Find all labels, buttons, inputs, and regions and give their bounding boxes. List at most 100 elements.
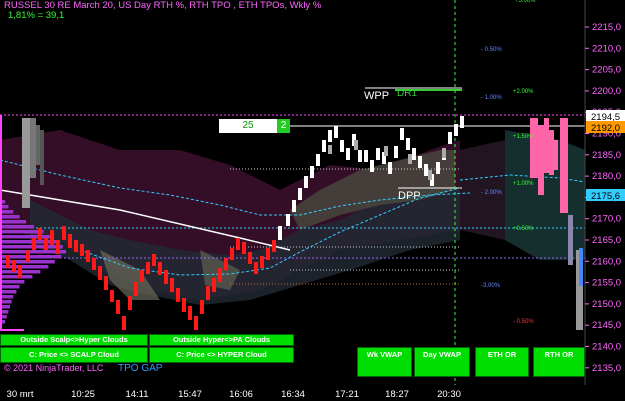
percent-label: - 2.00%: [481, 190, 502, 196]
price-bar: [400, 128, 404, 140]
volume-profile-bar: [2, 210, 14, 214]
price-bar: [454, 124, 458, 136]
price-axis-label: 2180,0: [592, 171, 621, 182]
price-bar: [164, 270, 168, 284]
price-bar: [376, 148, 380, 160]
eth-or-button[interactable]: ETH OR: [475, 347, 529, 377]
price-bar: [50, 230, 54, 245]
percent-label: +1.50%: [513, 134, 534, 140]
price-bar: [12, 260, 16, 272]
price-hyper-cloud-button[interactable]: C: Price <> HYPER Cloud: [149, 347, 294, 363]
time-axis-label: 16:06: [229, 389, 253, 400]
volume-profile-bar: [2, 320, 6, 324]
volume-profile-bar: [2, 285, 20, 289]
order-price-box[interactable]: 25: [219, 119, 277, 133]
price-bar: [322, 140, 326, 152]
volume-profile-bar: [2, 220, 26, 224]
volume-profile-bar: [2, 295, 14, 299]
price-scalp-cloud-button[interactable]: C: Price <> SCALP Cloud: [0, 347, 148, 363]
price-bar: [44, 238, 48, 250]
price-bar: [310, 166, 314, 178]
price-bar: [56, 240, 60, 254]
percent-label: -3.00%: [481, 283, 501, 289]
order-qty-box[interactable]: 2: [277, 119, 290, 133]
price-bar: [38, 228, 42, 240]
price-bar: [206, 286, 210, 300]
price-bar: [286, 214, 290, 226]
price-bar: [188, 306, 192, 320]
price-bar: [358, 150, 362, 162]
price-bar: [224, 258, 228, 270]
price-axis-label: 2215,0: [592, 22, 621, 33]
price-bar: [6, 255, 10, 268]
price-bar: [364, 150, 368, 162]
volume-profile-bar: [2, 200, 6, 204]
price-bar: [200, 300, 204, 314]
day-vwap-button[interactable]: Day VWAP: [414, 347, 470, 377]
level-label: DR1: [397, 88, 417, 99]
price-bar: [260, 256, 264, 268]
percent-label: +0.50%: [513, 226, 534, 232]
percent-label: +5.00%: [515, 0, 536, 4]
price-bar: [158, 262, 162, 275]
price-axis-label: 2160,0: [592, 256, 621, 267]
price-bar: [212, 278, 216, 292]
price-bar: [182, 298, 186, 312]
volume-profile-bar: [2, 315, 7, 319]
clouds-layer: [0, 130, 585, 305]
price-bar: [92, 258, 96, 270]
price-bar: [146, 262, 150, 274]
scalp-hyper-clouds-button[interactable]: Outside Scalp<>Hyper Clouds: [0, 334, 148, 346]
price-bar: [328, 130, 332, 142]
price-bar: [116, 300, 120, 314]
volume-profile-bar: [2, 300, 12, 304]
price-bar: [266, 248, 270, 260]
tpo-marker: [384, 146, 388, 156]
price-bar: [346, 148, 350, 160]
price-bar: [32, 238, 36, 250]
time-axis-label: 14:11: [125, 389, 148, 400]
price-bar: [254, 262, 258, 274]
volume-profile-bar: [2, 290, 17, 294]
price-bar: [140, 270, 144, 282]
volume-profile-bar: [2, 235, 52, 239]
price-bar: [388, 162, 392, 174]
percent-label: +1.00%: [513, 181, 534, 187]
copyright-text: © 2021 NinjaTrader, LLC: [4, 363, 104, 373]
price-bar: [242, 242, 246, 254]
volume-profile-bar: [2, 255, 62, 259]
price-bar: [104, 276, 108, 290]
price-bar: [278, 226, 282, 240]
price-bar: [334, 126, 338, 138]
volume-profile-bar: [2, 280, 25, 284]
volume-profile-bar: [2, 240, 58, 244]
price-bar: [418, 156, 422, 168]
price-bar: [170, 278, 174, 292]
price-bar: [86, 250, 90, 262]
volume-profile-bar: [2, 305, 10, 309]
time-axis: 30 mrt 10:25 14:11 15:47 16:06 16:34 17:21 18:2…: [7, 389, 461, 400]
price-bar: [316, 154, 320, 166]
percent-label: +2.00%: [513, 89, 534, 95]
volume-profile-bar: [2, 205, 9, 209]
price-tag: 2175,6: [591, 191, 620, 202]
rth-or-button[interactable]: RTH OR: [533, 347, 585, 377]
level-label: DPP: [398, 190, 421, 202]
wk-vwap-button[interactable]: Wk VWAP: [357, 347, 412, 377]
left-edge-marker-bottom: [0, 329, 24, 331]
time-axis-label: 16:34: [281, 389, 305, 400]
tpo-gap-label: TPO GAP: [118, 363, 163, 374]
time-axis-label: 15:47: [178, 389, 202, 400]
price-axis-label: 2135,0: [592, 363, 621, 374]
price-axis-label: 2210,0: [592, 43, 621, 54]
price-bar: [110, 290, 114, 302]
hyper-pa-clouds-button[interactable]: Outside Hyper<>PA Clouds: [149, 334, 294, 346]
volume-profile-bar: [2, 225, 34, 229]
tpo-marker: [442, 148, 446, 158]
percent-label: - 0.50%: [481, 47, 502, 53]
price-bar: [412, 148, 416, 160]
price-axis-label: 2165,0: [592, 235, 621, 246]
tpo-marker: [354, 140, 358, 150]
time-axis-label: 17:21: [335, 389, 359, 400]
price-bar: [460, 116, 464, 128]
